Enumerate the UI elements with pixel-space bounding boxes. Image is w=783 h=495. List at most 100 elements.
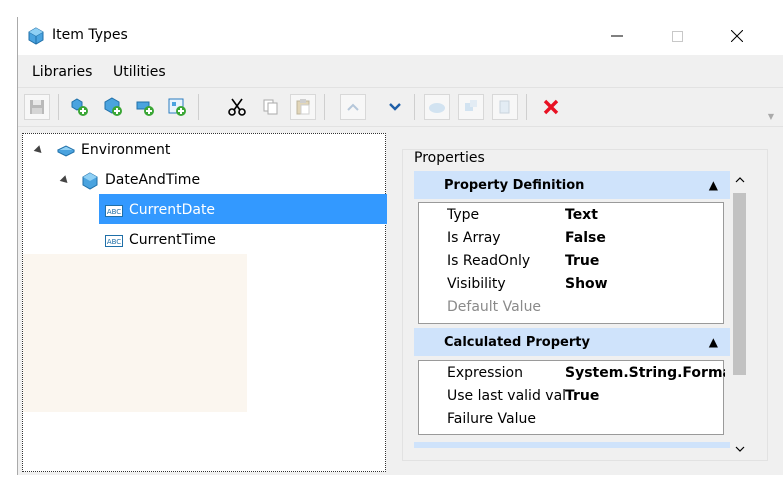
property-value: True — [565, 388, 600, 404]
property-key: Use last valid valu — [447, 388, 565, 404]
property-row[interactable]: Type Text — [447, 207, 725, 230]
paste-button[interactable] — [290, 94, 316, 120]
tree-label-currentdate: CurrentDate — [129, 202, 216, 218]
text-property-icon: ABC — [105, 205, 123, 221]
import-icon — [168, 98, 186, 116]
property-key: Default Value — [447, 299, 542, 315]
scroll-thumb[interactable] — [733, 193, 746, 375]
properties-scrollbar[interactable] — [731, 171, 748, 457]
save-icon — [30, 100, 44, 114]
disabled-c-button[interactable] — [492, 94, 518, 120]
tree-node-environment[interactable]: Environment — [23, 136, 383, 166]
property-row[interactable]: Visibility Show — [447, 276, 725, 299]
cut-button[interactable] — [224, 94, 250, 120]
move-down-button[interactable] — [382, 94, 408, 120]
disabled-c-icon — [499, 100, 510, 114]
tree-label-currenttime: CurrentTime — [129, 232, 216, 248]
tree-label-environment: Environment — [81, 142, 171, 158]
svg-text:ABC: ABC — [107, 208, 121, 216]
title-bar: Item Types — [18, 17, 783, 55]
property-key: Is ReadOnly — [447, 253, 531, 269]
property-value: Show — [565, 276, 608, 292]
property-key: Expression — [447, 365, 523, 381]
text-property-icon: ABC — [105, 235, 123, 251]
toolbar-separator — [526, 94, 527, 120]
copy-icon — [263, 99, 278, 115]
move-up-button[interactable] — [340, 94, 366, 120]
add-property-icon — [136, 101, 154, 116]
item-type-tree: Environment DateAndTime ABC CurrentDate … — [22, 133, 387, 472]
collapse-icon[interactable]: ▲ — [709, 178, 718, 192]
tree-node-currentdate[interactable]: ABC CurrentDate — [99, 196, 387, 226]
disabled-a-button[interactable] — [424, 94, 450, 120]
section-title: Calculated Property — [444, 334, 590, 350]
property-value: False — [565, 230, 606, 246]
maximize-button[interactable] — [654, 17, 700, 55]
tree-node-currenttime[interactable]: ABC CurrentTime — [99, 226, 387, 256]
toolbar-separator — [324, 94, 325, 120]
menu-libraries[interactable]: Libraries — [32, 64, 92, 80]
property-key: Failure Value — [447, 411, 536, 427]
move-up-icon — [347, 103, 359, 111]
toolbar-separator — [198, 94, 199, 120]
toolbar-separator — [414, 94, 415, 120]
section-title: Property Definition — [444, 177, 585, 193]
delete-button[interactable] — [538, 94, 564, 120]
property-key: Type — [447, 207, 480, 223]
add-item-type-button[interactable] — [100, 94, 126, 120]
scroll-up-icon[interactable] — [731, 171, 748, 188]
properties-label: Properties — [412, 150, 487, 166]
tree-node-dateandtime[interactable]: DateAndTime — [23, 166, 383, 196]
property-row[interactable]: Is ReadOnly True — [447, 253, 725, 276]
property-value — [565, 299, 725, 322]
add-property-button[interactable] — [132, 94, 158, 120]
property-row-disabled[interactable]: Default Value — [447, 299, 725, 322]
item-types-window: Item Types Libraries Utilities ▼ Environ… — [17, 17, 783, 475]
add-item-type-icon — [104, 97, 122, 116]
paste-icon — [296, 99, 310, 115]
import-button[interactable] — [164, 94, 190, 120]
close-button[interactable] — [714, 17, 760, 55]
delete-icon — [543, 99, 559, 115]
move-down-icon — [389, 103, 401, 111]
item-type-icon — [81, 172, 99, 194]
tree-label-dateandtime: DateAndTime — [105, 172, 201, 188]
scroll-down-icon[interactable] — [731, 440, 748, 457]
disabled-a-icon — [429, 103, 445, 113]
toolbar-overflow-icon[interactable]: ▼ — [768, 112, 774, 121]
item-types-app-icon — [27, 27, 45, 45]
property-key: Is Array — [447, 230, 501, 246]
empty-tree-area — [23, 254, 247, 412]
section-header-partial — [414, 442, 730, 448]
menu-bar: Libraries Utilities — [18, 55, 783, 87]
toolbar: ▼ — [18, 87, 783, 127]
collapse-icon[interactable]: ▲ — [709, 335, 718, 349]
menu-utilities[interactable]: Utilities — [113, 64, 166, 80]
property-definition-grid: Type Text Is Array False Is ReadOnly Tru… — [418, 202, 724, 324]
property-row[interactable]: Is Array False — [447, 230, 725, 253]
property-value: True — [565, 253, 600, 269]
disabled-b-button[interactable] — [458, 94, 484, 120]
section-header-calculated-property[interactable]: Calculated Property ▲ — [414, 328, 730, 356]
expander-icon[interactable] — [33, 145, 45, 156]
property-row[interactable]: Expression System.String.Format ( — [447, 365, 725, 388]
library-icon — [56, 142, 76, 162]
property-key: Visibility — [447, 276, 506, 292]
expander-icon[interactable] — [59, 175, 71, 186]
add-library-icon — [71, 98, 88, 116]
section-header-property-definition[interactable]: Property Definition ▲ — [414, 171, 730, 199]
disabled-b-icon — [465, 100, 477, 111]
toolbar-separator — [58, 94, 59, 120]
svg-text:ABC: ABC — [107, 238, 121, 246]
property-row[interactable]: Use last valid valu True — [447, 388, 725, 411]
add-library-button[interactable] — [66, 94, 92, 120]
save-button[interactable] — [24, 94, 50, 120]
copy-button[interactable] — [258, 94, 284, 120]
property-row[interactable]: Failure Value — [447, 411, 725, 434]
cut-icon — [228, 98, 246, 116]
property-value — [565, 411, 725, 434]
minimize-button[interactable] — [594, 17, 640, 55]
property-value: Text — [565, 207, 598, 223]
calculated-property-grid: Expression System.String.Format ( Use la… — [418, 360, 725, 435]
window-title: Item Types — [52, 27, 128, 43]
